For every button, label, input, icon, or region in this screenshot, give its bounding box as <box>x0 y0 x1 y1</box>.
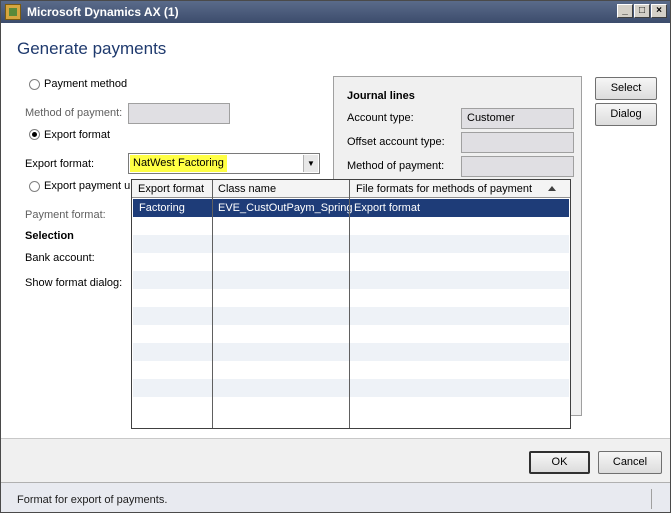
cell-class-name: EVE_CustOutPaym_Spring <box>218 202 353 214</box>
status-divider <box>651 489 652 509</box>
empty-row <box>133 307 569 325</box>
close-button[interactable]: × <box>651 4 667 18</box>
account-type-label: Account type: <box>347 112 414 124</box>
bank-account-label: Bank account: <box>25 252 95 264</box>
journal-method-of-payment-field[interactable] <box>461 156 574 177</box>
table-row[interactable]: Factoring EVE_CustOutPaym_Spring Export … <box>133 199 569 217</box>
empty-row <box>133 235 569 253</box>
cell-file-format: Export format <box>354 202 421 214</box>
export-format-label: Export format: <box>25 158 95 170</box>
dialog-heading: Generate payments <box>17 39 167 58</box>
journal-method-of-payment-label: Method of payment: <box>347 160 445 172</box>
dialog-button[interactable]: Dialog <box>595 103 657 126</box>
account-type-value: Customer <box>467 112 515 124</box>
export-payment-label: Export payment u <box>44 180 131 192</box>
status-bar: Format for export of payments. <box>1 482 670 512</box>
export-format-value: NatWest Factoring <box>130 155 227 172</box>
empty-row <box>133 343 569 361</box>
app-window: Microsoft Dynamics AX (1) _ □ × Generate… <box>0 0 671 513</box>
ok-button[interactable]: OK <box>529 451 590 474</box>
cancel-button[interactable]: Cancel <box>598 451 662 474</box>
column-header-class-name[interactable]: Class name <box>218 183 276 195</box>
minimize-button[interactable]: _ <box>617 4 633 18</box>
payment-method-label: Payment method <box>44 78 128 90</box>
status-text: Format for export of payments. <box>17 494 168 506</box>
lookup-header: Export format Class name File formats fo… <box>132 180 570 198</box>
offset-account-type-field[interactable] <box>461 132 574 153</box>
empty-row <box>133 271 569 289</box>
cell-export-format: Factoring <box>139 202 185 214</box>
export-payment-radio[interactable] <box>29 181 40 192</box>
offset-account-type-label: Offset account type: <box>347 136 445 148</box>
column-divider <box>349 180 350 428</box>
column-header-file-formats[interactable]: File formats for methods of payment <box>356 183 532 195</box>
sort-ascending-icon <box>548 186 556 191</box>
chevron-down-icon[interactable]: ▼ <box>303 155 318 172</box>
export-format-radio-label: Export format <box>44 129 111 141</box>
method-of-payment-label: Method of payment: <box>25 107 123 119</box>
column-header-export-format[interactable]: Export format <box>138 183 204 195</box>
empty-row <box>133 379 569 397</box>
payment-method-radio[interactable] <box>29 79 40 90</box>
select-button[interactable]: Select <box>595 77 657 100</box>
button-bar: OK Cancel <box>1 438 670 482</box>
export-format-radio[interactable] <box>29 129 40 140</box>
selection-title: Selection <box>25 230 74 242</box>
account-type-field[interactable]: Customer <box>461 108 574 129</box>
title-bar[interactable]: Microsoft Dynamics AX (1) _ □ × <box>1 1 670 23</box>
window-title: Microsoft Dynamics AX (1) <box>27 5 179 19</box>
payment-format-label: Payment format: <box>25 209 106 221</box>
maximize-button[interactable]: □ <box>634 4 650 18</box>
journal-lines-title: Journal lines <box>347 90 415 102</box>
show-format-dialog-label: Show format dialog: <box>25 277 123 289</box>
method-of-payment-field[interactable] <box>128 103 230 124</box>
dynamics-ax-icon <box>5 4 21 20</box>
export-format-lookup[interactable]: Export format Class name File formats fo… <box>131 179 571 429</box>
export-format-select[interactable]: NatWest Factoring ▼ <box>128 153 320 174</box>
column-divider <box>212 180 213 428</box>
